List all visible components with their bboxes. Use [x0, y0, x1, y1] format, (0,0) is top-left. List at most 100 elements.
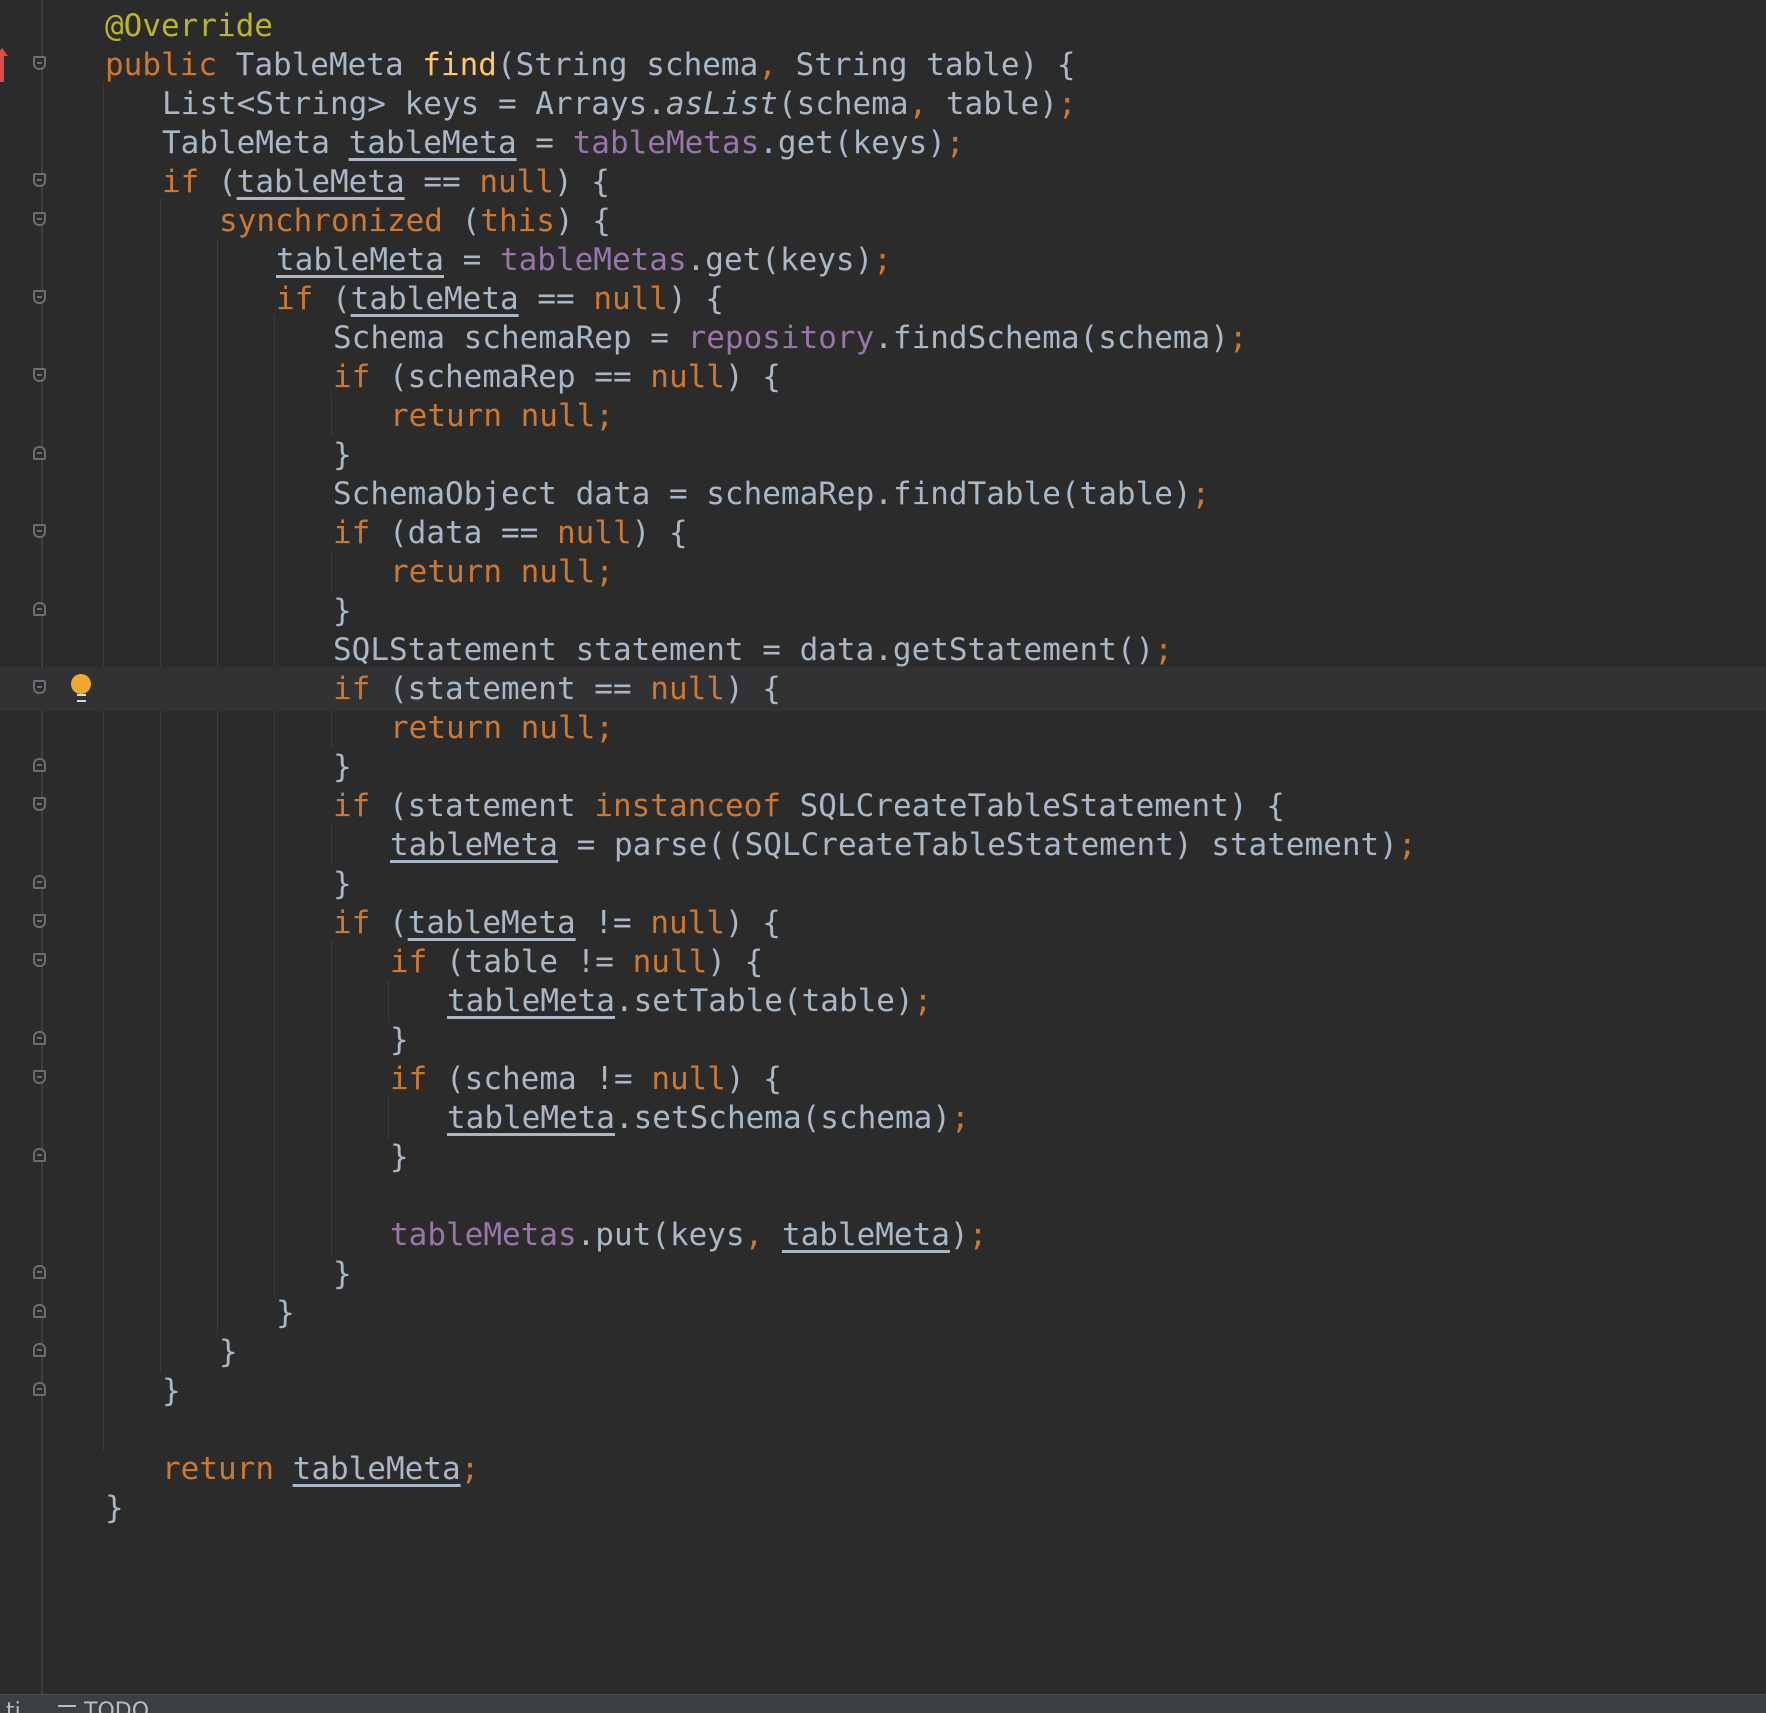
code-token: ) { [724, 905, 781, 941]
code-token: instanceof [594, 788, 800, 824]
code-token: tableMeta [276, 242, 444, 278]
code-token: tableMeta [781, 1217, 950, 1253]
code-token: ; [1154, 632, 1173, 668]
fold-marker-icon[interactable] [33, 446, 46, 460]
code-line[interactable]: if (schemaRep == null) { [0, 355, 1766, 399]
fold-marker-icon[interactable] [33, 56, 46, 70]
code-token: (schema != [446, 1061, 652, 1097]
code-line[interactable]: Schema schemaRep = repository.findSchema… [0, 316, 1766, 360]
fold-marker-icon[interactable] [33, 602, 46, 616]
code-token: != [575, 905, 651, 941]
code-token: ; [968, 1217, 988, 1253]
code-line[interactable]: if (table != null) { [0, 940, 1766, 984]
fold-marker-icon[interactable] [33, 914, 46, 928]
code-line[interactable]: if (tableMeta == null) { [0, 277, 1766, 321]
code-line-text: return null; [390, 394, 614, 438]
code-editor[interactable]: @Override public TableMeta find(String sc… [0, 0, 1766, 1712]
code-line-text: } [333, 745, 352, 789]
tool-window-label[interactable]: ti [6, 1697, 21, 1713]
code-line[interactable]: } [0, 745, 1766, 789]
code-token: } [105, 1490, 124, 1526]
code-token: null [593, 281, 668, 317]
fold-marker-icon[interactable] [33, 875, 46, 889]
code-line[interactable]: List<String> keys = Arrays.asList(schema… [0, 82, 1766, 126]
code-line-text: List<String> keys = Arrays.asList(schema… [162, 82, 1077, 126]
code-line[interactable]: public TableMeta find(String schema, Str… [0, 43, 1766, 87]
code-line[interactable]: synchronized (this) { [0, 199, 1766, 243]
code-line[interactable]: } [0, 1330, 1766, 1374]
fold-marker-icon[interactable] [33, 173, 46, 187]
code-line[interactable]: } [0, 1291, 1766, 1335]
code-line[interactable]: } [0, 589, 1766, 633]
fold-marker-icon[interactable] [33, 797, 46, 811]
code-token: = [516, 125, 573, 161]
code-line[interactable]: } [0, 1135, 1766, 1179]
fold-marker-icon[interactable] [33, 680, 46, 694]
code-line[interactable]: tableMeta = parse((SQLCreateTableStateme… [0, 823, 1766, 867]
code-line[interactable]: return null; [0, 706, 1766, 750]
code-token: null [632, 944, 708, 980]
code-line[interactable]: TableMeta tableMeta = tableMetas.get(key… [0, 121, 1766, 165]
code-token: } [162, 1373, 181, 1409]
fold-marker-icon[interactable] [33, 1265, 46, 1279]
code-line[interactable]: if (tableMeta != null) { [0, 901, 1766, 945]
code-line[interactable]: } [0, 862, 1766, 906]
code-line[interactable]: tableMeta = tableMetas.get(keys); [0, 238, 1766, 282]
code-token: ; [1191, 476, 1211, 512]
code-token: .put(keys [576, 1217, 745, 1253]
fold-marker-icon[interactable] [33, 368, 46, 382]
code-line[interactable]: @Override [0, 4, 1766, 48]
code-token: if [333, 671, 389, 707]
fold-marker-icon[interactable] [33, 212, 46, 226]
code-line[interactable]: if (schema != null) { [0, 1057, 1766, 1101]
fold-marker-icon[interactable] [33, 524, 46, 538]
code-token: ; [945, 125, 965, 161]
fold-marker-icon[interactable] [33, 290, 46, 304]
code-line[interactable]: } [0, 1018, 1766, 1062]
code-token: if [333, 788, 389, 824]
fold-marker-icon[interactable] [33, 1382, 46, 1396]
lightbulb-icon[interactable] [71, 674, 93, 704]
code-line[interactable]: tableMetas.put(keys, tableMeta); [0, 1213, 1766, 1257]
code-line[interactable]: SchemaObject data = schemaRep.findTable(… [0, 472, 1766, 516]
code-token: .get(keys) [759, 125, 946, 161]
code-line[interactable]: return tableMeta; [0, 1447, 1766, 1491]
code-line[interactable]: tableMeta.setSchema(schema); [0, 1096, 1766, 1140]
code-line[interactable]: } [0, 1252, 1766, 1296]
code-line[interactable]: if (tableMeta == null) { [0, 160, 1766, 204]
code-token: if [333, 359, 389, 395]
code-line-text: return tableMeta; [162, 1447, 479, 1491]
code-line[interactable] [0, 1174, 1766, 1218]
code-line-text: if (table != null) { [390, 940, 763, 984]
code-token: null [651, 1061, 726, 1097]
code-token: tableMeta [390, 827, 558, 863]
fold-marker-icon[interactable] [33, 758, 46, 772]
code-line[interactable]: tableMeta.setTable(table); [0, 979, 1766, 1023]
fold-marker-icon[interactable] [33, 1304, 46, 1318]
code-token: TableMeta [235, 47, 423, 83]
code-line-text: } [105, 1486, 124, 1530]
code-line[interactable]: } [0, 1486, 1766, 1530]
fold-marker-icon[interactable] [33, 1148, 46, 1162]
code-token: this [480, 203, 555, 239]
code-line[interactable]: } [0, 433, 1766, 477]
code-token: asList [665, 86, 778, 122]
code-token: = [443, 242, 500, 278]
code-line[interactable]: SQLStatement statement = data.getStateme… [0, 628, 1766, 672]
code-line[interactable]: return null; [0, 394, 1766, 438]
code-line[interactable]: if (statement instanceof SQLCreateTableS… [0, 784, 1766, 828]
fold-marker-icon[interactable] [33, 1070, 46, 1084]
code-line[interactable]: } [0, 1369, 1766, 1413]
code-line[interactable]: return null; [0, 550, 1766, 594]
code-token: ; [913, 983, 933, 1019]
code-line[interactable]: if (data == null) { [0, 511, 1766, 555]
code-token: } [390, 1139, 409, 1175]
fold-marker-icon[interactable] [33, 953, 46, 967]
fold-marker-icon[interactable] [33, 1031, 46, 1045]
code-line[interactable] [0, 1408, 1766, 1452]
code-token: tableMetas [499, 242, 687, 278]
code-line[interactable]: if (statement == null) { [0, 667, 1766, 711]
fold-marker-icon[interactable] [33, 1343, 46, 1357]
todo-tab[interactable]: TODO [58, 1697, 149, 1713]
code-line-text: } [333, 433, 352, 477]
